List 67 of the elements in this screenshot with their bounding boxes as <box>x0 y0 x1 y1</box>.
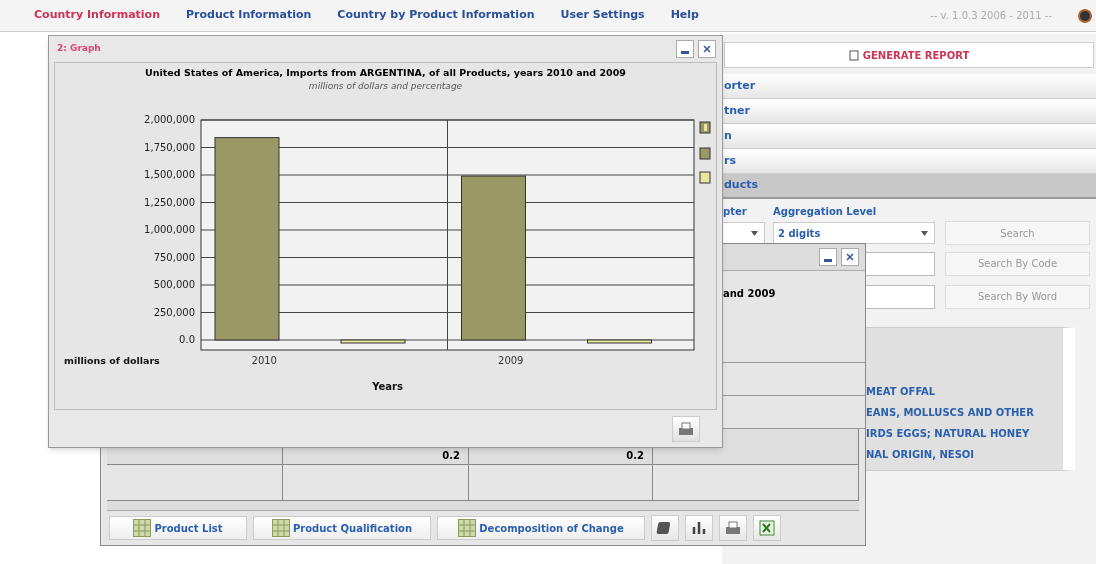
toolbar-button[interactable]: Decomposition of Change <box>437 516 645 540</box>
bar <box>587 339 652 344</box>
axis-tick-label: 750,000 <box>153 251 195 263</box>
printer-icon <box>677 419 695 438</box>
field-label: Aggregation Level <box>773 205 877 219</box>
chart-title: United States of America, Imports from ARGENTINA, of all Products, years 2010 and 2009 <box>145 66 626 80</box>
generate-report-button[interactable]: GENERATE REPORT <box>724 42 1094 68</box>
input-field[interactable] <box>865 251 935 276</box>
axis-tick-label: 2009 <box>498 354 524 366</box>
print-button[interactable] <box>672 415 700 442</box>
bar-chart-icon <box>690 519 708 537</box>
caret-icon <box>751 230 758 236</box>
axis-tick-label: 2010 <box>251 354 277 366</box>
report-heading: and 2009 <box>723 286 776 301</box>
toolbar-button[interactable]: Product List <box>109 516 247 540</box>
document-icon <box>848 49 859 61</box>
list-item[interactable]: NAL ORIGIN, NESOI <box>866 447 1063 462</box>
axis-tick-label: 2,000,000 <box>144 113 195 125</box>
window-title: 2: Graph <box>57 42 101 56</box>
field-label: pter <box>722 205 748 219</box>
spreadsheet-icon <box>758 519 776 537</box>
input-field[interactable] <box>865 284 935 309</box>
minimize-button[interactable] <box>819 248 837 266</box>
close-button[interactable] <box>841 248 859 266</box>
bar <box>340 339 406 344</box>
nav-tab[interactable]: Help <box>670 7 699 24</box>
axis-title: millions of dollars <box>64 354 160 366</box>
dropdown[interactable] <box>722 222 765 244</box>
accordion-header[interactable]: ducts <box>722 174 1096 199</box>
minimize-button[interactable] <box>676 40 694 58</box>
nav-tab[interactable]: Product Information <box>185 7 312 24</box>
globe-icon <box>1078 8 1092 23</box>
spreadsheet-button[interactable] <box>753 515 781 541</box>
axis-tick-label: 1,250,000 <box>144 196 195 208</box>
accordion-header[interactable]: orter <box>722 74 1096 99</box>
close-button[interactable] <box>698 40 716 58</box>
version-text: -- v. 1.0.3 2006 - 2011 -- <box>930 9 1052 23</box>
axis-title: Years <box>372 380 403 392</box>
accordion-header[interactable]: rs <box>722 149 1096 174</box>
printer-button[interactable] <box>719 515 747 541</box>
legend-toggle-icon <box>699 121 711 134</box>
book-button[interactable] <box>651 515 679 541</box>
axis-tick-label: 500,000 <box>153 278 195 290</box>
caret-icon <box>921 230 928 236</box>
list-item[interactable]: IRDS EGGS; NATURAL HONEY <box>866 426 1063 441</box>
axis-tick-label: 250,000 <box>153 306 195 318</box>
nav-tab[interactable]: Country by Product Information <box>337 7 535 24</box>
axis-tick-label: 0.0 <box>179 333 195 345</box>
axis-tick-label: 1,000,000 <box>144 223 195 235</box>
list-item[interactable]: EANS, MOLLUSCS AND OTHER <box>866 405 1063 420</box>
bar-chart-button[interactable] <box>685 515 713 541</box>
grid-icon <box>458 519 477 537</box>
toolbar-button[interactable]: Product Qualification <box>253 516 431 540</box>
grid-icon <box>271 519 290 537</box>
chart-subtitle: millions of dollars and percentage <box>308 80 463 94</box>
nav-tab[interactable]: User Settings <box>560 7 645 24</box>
list-item[interactable]: MEAT OFFAL <box>866 384 1063 399</box>
aggregation-dropdown[interactable]: 2 digits <box>773 222 935 244</box>
grid-icon <box>133 519 152 537</box>
accordion-header[interactable]: tner <box>722 99 1096 124</box>
close-icon <box>846 253 854 261</box>
close-icon <box>703 45 711 53</box>
axis-tick-label: 1,750,000 <box>144 141 195 153</box>
printer-icon <box>724 519 742 537</box>
accordion-header[interactable]: n <box>722 124 1096 149</box>
nav-tab[interactable]: Country Information <box>34 7 160 24</box>
axis-tick-label: 1,500,000 <box>144 168 195 180</box>
